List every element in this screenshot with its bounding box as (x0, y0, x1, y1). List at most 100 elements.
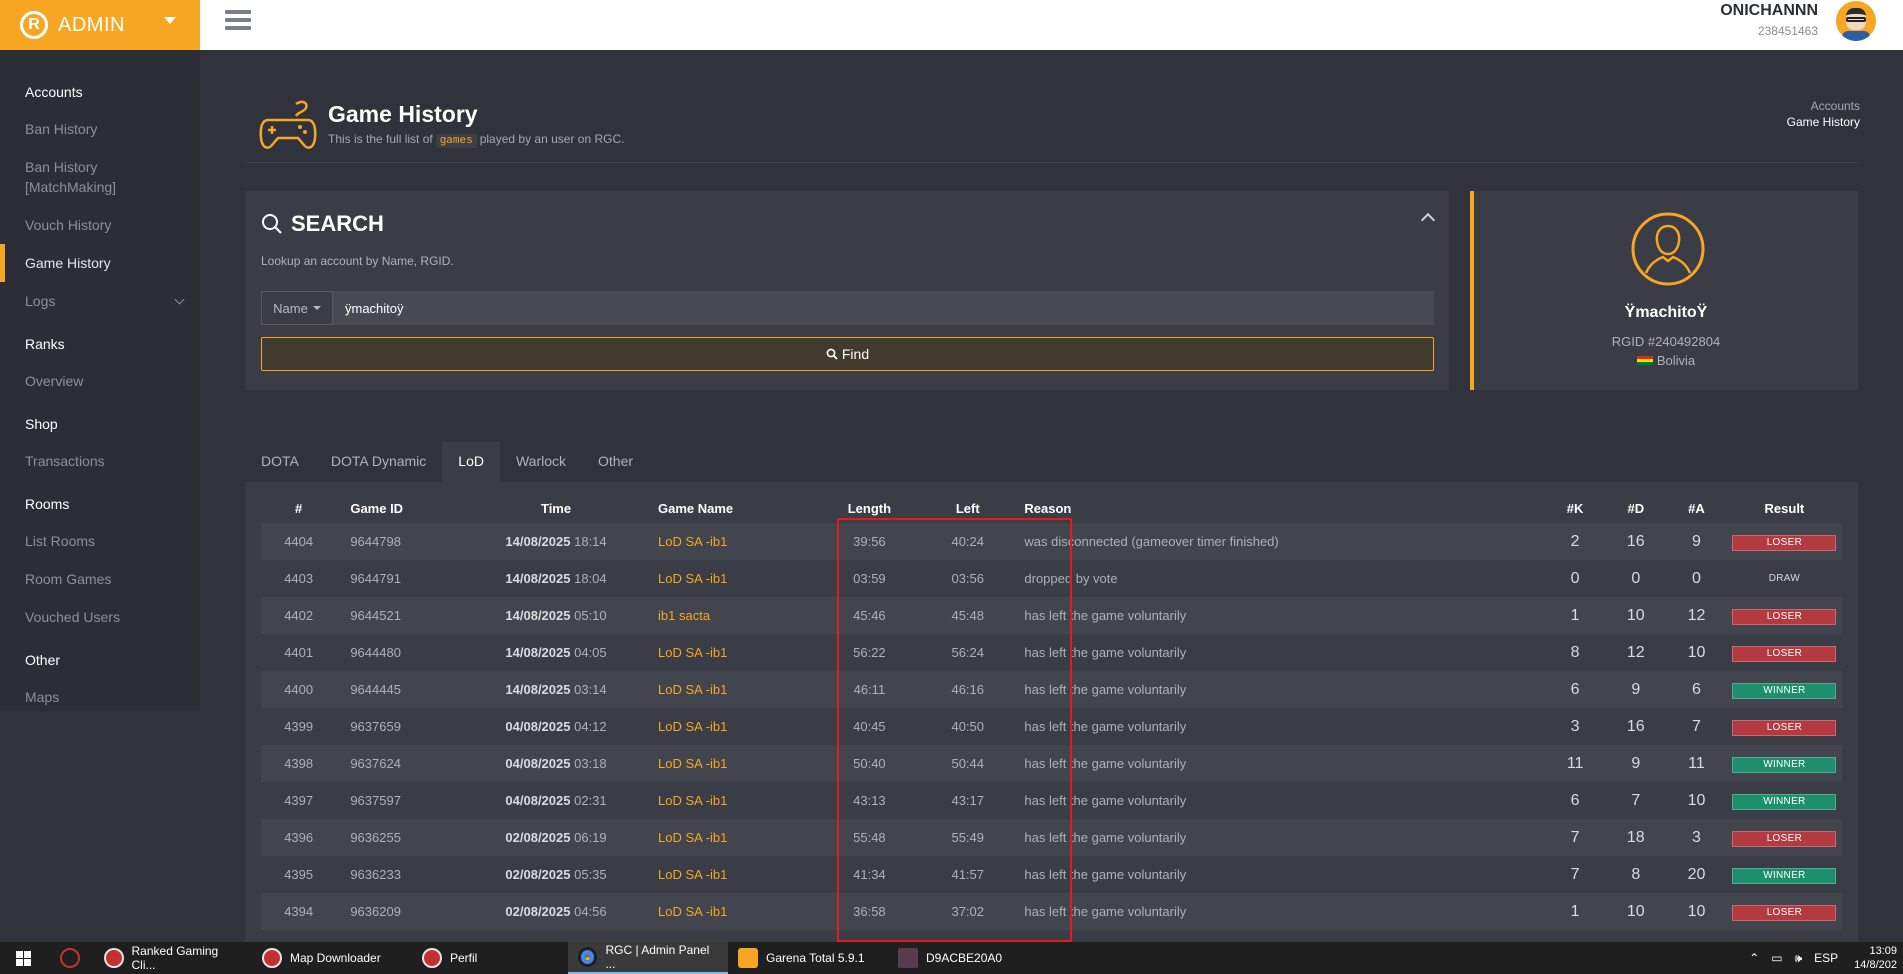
table-row[interactable]: 4397 9637597 04/08/2025 02:31 LoD SA -ib1 43… (261, 782, 1842, 819)
find-button[interactable]: Find (261, 337, 1434, 371)
sidebar-item-maps[interactable]: Maps (0, 678, 200, 716)
cell-result: WINNER (1727, 856, 1842, 893)
sidebar-section-shop[interactable]: Shop (0, 406, 200, 442)
taskbar-item-map-downloader[interactable]: Map Downloader (252, 942, 412, 974)
sidebar-item-list-rooms[interactable]: List Rooms (0, 522, 200, 560)
breadcrumb: Accounts Game History (1787, 99, 1860, 129)
cell-game-name-link[interactable]: LoD SA -ib1 (646, 671, 820, 708)
chevron-up-icon[interactable]: ⌃ (1749, 951, 1759, 965)
avatar[interactable] (1836, 1, 1876, 41)
cell-assists: 3 (1692, 828, 1701, 846)
taskbar-item-dota-window[interactable]: D9ACBE20A0 (888, 942, 1048, 974)
sidebar-item-transactions[interactable]: Transactions (0, 442, 200, 480)
cell-assists: 10 (1687, 902, 1706, 920)
taskbar-item-chrome-admin-panel[interactable]: RGC | Admin Panel ... (568, 942, 728, 974)
column-header-deaths[interactable]: #D (1605, 494, 1666, 523)
cell-number: 4404 (284, 534, 314, 549)
cell-game-name-link[interactable]: LoD SA -ib1 (646, 634, 820, 671)
cell-game-id: 9636255 (350, 830, 401, 845)
cell-number: 4397 (284, 793, 314, 808)
column-header-number[interactable]: # (261, 494, 336, 523)
tab-dota-dynamic[interactable]: DOTA Dynamic (315, 442, 442, 482)
column-header-result[interactable]: Result (1727, 494, 1842, 523)
table-row[interactable]: 4396 9636255 02/08/2025 06:19 LoD SA -ib1 55… (261, 819, 1842, 856)
search-type-dropdown[interactable]: Name (261, 291, 333, 325)
cell-game-name-link[interactable]: LoD SA -ib1 (646, 819, 820, 856)
chevron-up-icon[interactable] (1420, 212, 1436, 228)
cell-kills: 6 (1570, 680, 1580, 698)
speaker-icon[interactable]: 🕪 (1795, 951, 1803, 966)
sidebar-item-vouched-users[interactable]: Vouched Users (0, 598, 200, 636)
table-row[interactable]: 4395 9636233 02/08/2025 05:35 LoD SA -ib1 41… (261, 856, 1842, 893)
brand-menu[interactable]: R ADMIN (0, 0, 200, 50)
language-indicator[interactable]: ESP (1814, 951, 1838, 965)
cell-deaths: 16 (1626, 532, 1645, 550)
user-info[interactable]: ONICHANNN 238451463 (1720, 2, 1818, 38)
game-type-tabs: DOTA DOTA Dynamic LoD Warlock Other (245, 442, 649, 482)
cell-kills: 7 (1570, 828, 1580, 846)
cell-result: WINNER (1727, 671, 1842, 708)
taskbar-item-garena[interactable]: Garena Total 5.9.1 (728, 942, 888, 974)
sidebar-section-other[interactable]: Other (0, 642, 200, 678)
cell-game-name-link[interactable]: LoD SA -ib1 (646, 893, 820, 930)
taskbar-item-rgc-tray[interactable] (46, 942, 94, 974)
taskbar-item-perfil[interactable]: Perfil (412, 942, 568, 974)
sidebar-section-accounts[interactable]: Accounts (0, 74, 200, 110)
tab-dota[interactable]: DOTA (245, 442, 315, 482)
cell-game-id: 9636233 (350, 867, 401, 882)
cell-game-name-link[interactable]: ib1 sacta (646, 597, 820, 634)
clock[interactable]: 13:09 14/8/202 (1844, 944, 1903, 972)
table-row[interactable]: 4403 9644791 14/08/2025 18:04 LoD SA -ib1 03… (261, 560, 1842, 597)
start-button[interactable] (0, 942, 46, 974)
column-header-reason[interactable]: Reason (1016, 494, 1544, 523)
sidebar-item-overview[interactable]: Overview (0, 362, 200, 400)
cell-game-name-link[interactable]: LoD SA -ib1 (646, 560, 820, 597)
cell-game-name-link[interactable]: LoD SA -ib1 (646, 856, 820, 893)
search-input[interactable] (333, 291, 1434, 325)
sidebar-section-ranks[interactable]: Ranks (0, 326, 200, 362)
sidebar-item-room-games[interactable]: Room Games (0, 560, 200, 598)
column-header-left[interactable]: Left (919, 494, 1016, 523)
table-row[interactable]: 4400 9644445 14/08/2025 03:14 LoD SA -ib1 46… (261, 671, 1842, 708)
cell-deaths: 0 (1631, 569, 1641, 587)
table-row[interactable]: 4398 9637624 04/08/2025 03:18 LoD SA -ib1 50… (261, 745, 1842, 782)
table-row[interactable]: 4394 9636209 02/08/2025 04:56 LoD SA -ib1 36… (261, 893, 1842, 930)
table-row[interactable]: 4401 9644480 14/08/2025 04:05 LoD SA -ib1 56… (261, 634, 1842, 671)
cell-time: 14/08/2025 18:04 (466, 560, 646, 597)
cell-game-name-link[interactable]: LoD SA -ib1 (646, 745, 820, 782)
cell-deaths: 10 (1626, 606, 1645, 624)
cell-date: 14/08/2025 (505, 608, 571, 623)
sidebar-item-ban-history-matchmaking[interactable]: Ban History [MatchMaking] (0, 148, 140, 206)
sidebar-section-rooms[interactable]: Rooms (0, 486, 200, 522)
cell-date: 04/08/2025 (505, 793, 571, 808)
column-header-assists[interactable]: #A (1666, 494, 1727, 523)
cell-game-name-link[interactable]: LoD SA -ib1 (646, 523, 820, 560)
clock-date: 14/8/202 (1854, 959, 1897, 971)
taskbar-item-ranked-gaming-client[interactable]: Ranked Gaming Cli... (94, 942, 252, 974)
network-icon[interactable]: ▭ (1771, 951, 1782, 965)
column-header-kills[interactable]: #K (1545, 494, 1606, 523)
tab-other[interactable]: Other (582, 442, 649, 482)
sidebar-item-vouch-history[interactable]: Vouch History (0, 206, 200, 244)
column-header-game-id[interactable]: Game ID (336, 494, 466, 523)
code-tag: games (435, 134, 477, 148)
table-row[interactable]: 4402 9644521 14/08/2025 05:10 ib1 sacta 45:4… (261, 597, 1842, 634)
hamburger-menu-icon[interactable] (225, 8, 251, 32)
column-header-length[interactable]: Length (820, 494, 919, 523)
tab-warlock[interactable]: Warlock (500, 442, 582, 482)
sidebar-item-logs[interactable]: Logs (0, 282, 200, 320)
breadcrumb-accounts[interactable]: Accounts (1787, 99, 1860, 113)
table-row[interactable]: 4404 9644798 14/08/2025 18:14 LoD SA -ib1 39… (261, 523, 1842, 560)
cell-game-name-link[interactable]: LoD SA -ib1 (646, 708, 820, 745)
column-header-game-name[interactable]: Game Name (646, 494, 820, 523)
sidebar-item-game-history[interactable]: Game History (0, 244, 200, 282)
cell-game-id: 9644521 (350, 608, 401, 623)
table-row[interactable]: 4399 9637659 04/08/2025 04:12 LoD SA -ib1 40… (261, 708, 1842, 745)
profile-name: ŸmachitoŸ (1624, 304, 1708, 321)
column-header-time[interactable]: Time (466, 494, 646, 523)
cell-game-id: 9644798 (350, 534, 401, 549)
cell-assists: 20 (1687, 865, 1706, 883)
sidebar-item-ban-history[interactable]: Ban History (0, 110, 200, 148)
cell-game-name-link[interactable]: LoD SA -ib1 (646, 782, 820, 819)
tab-lod[interactable]: LoD (442, 442, 500, 482)
